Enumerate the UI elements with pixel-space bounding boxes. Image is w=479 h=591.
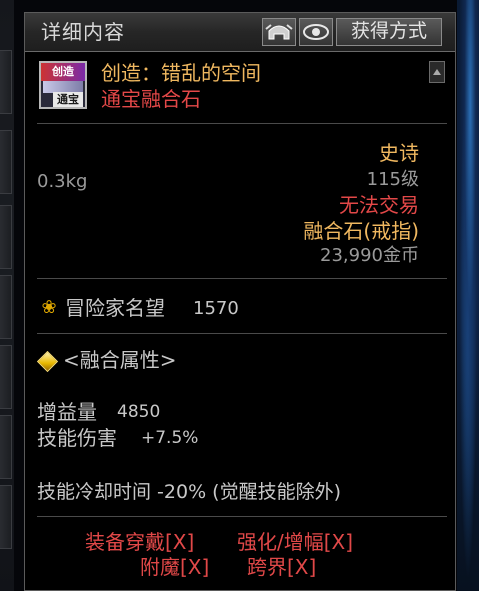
obtain-method-button[interactable]: 获得方式 <box>336 18 442 46</box>
side-tab[interactable] <box>0 50 12 114</box>
item-category: 融合石(戒指) <box>303 219 419 243</box>
trade-status: 无法交易 <box>339 193 419 217</box>
panel-title: 详细内容 <box>41 20 125 44</box>
divider <box>37 516 447 517</box>
eye-icon <box>303 24 329 40</box>
item-name: 创造：错乱的空间 <box>101 61 261 85</box>
side-tab[interactable] <box>0 345 12 409</box>
item-icon-badge: 通宝 <box>53 92 83 107</box>
title-bar: 详细内容 获得方式 <box>25 13 455 52</box>
side-tab[interactable] <box>0 275 12 339</box>
price: 23,990金币 <box>320 245 419 266</box>
fusion-attributes-title: <融合属性> <box>63 348 177 372</box>
stat-value-skill-damage: +7.5% <box>141 428 199 448</box>
restriction-enchant: 附魔[X] <box>140 555 210 579</box>
stat-label-buff: 增益量 <box>37 400 97 424</box>
stat-label-skill-damage: 技能伤害 <box>37 426 117 450</box>
required-level: 115级 <box>366 169 419 190</box>
helmet-icon <box>265 24 293 40</box>
side-tab[interactable] <box>0 415 12 479</box>
item-detail-panel: 详细内容 获得方式 创造 通宝 创造：错乱的空间 通宝融合石 史诗 0.3kg … <box>24 12 456 591</box>
side-tab[interactable] <box>0 130 12 194</box>
divider <box>37 333 447 334</box>
rarity: 史诗 <box>379 141 419 165</box>
helmet-button[interactable] <box>262 18 296 46</box>
restriction-equip: 装备穿戴[X] <box>85 530 195 554</box>
diamond-icon <box>36 350 59 373</box>
side-tab[interactable] <box>0 205 12 269</box>
side-tab[interactable] <box>0 485 12 549</box>
restriction-reinforce: 强化/增幅[X] <box>237 530 354 554</box>
item-icon[interactable]: 创造 通宝 <box>39 61 87 109</box>
fame-icon: ❀ <box>41 297 57 318</box>
fame-label: 冒险家名望 <box>65 296 165 320</box>
weight: 0.3kg <box>37 171 88 192</box>
stat-value-buff: 4850 <box>117 402 161 422</box>
background-left <box>0 0 14 591</box>
cooldown-stat: 技能冷却时间 -20% (觉醒技能除外) <box>37 481 341 503</box>
divider <box>37 278 447 279</box>
fame-value: 1570 <box>193 298 239 319</box>
scroll-up-icon[interactable] <box>429 61 445 83</box>
preview-button[interactable] <box>299 18 333 46</box>
divider <box>37 123 447 124</box>
restriction-cross: 跨界[X] <box>247 555 317 579</box>
item-icon-label: 创造 <box>41 63 85 81</box>
background-right <box>457 0 479 591</box>
item-type: 通宝融合石 <box>101 87 201 111</box>
